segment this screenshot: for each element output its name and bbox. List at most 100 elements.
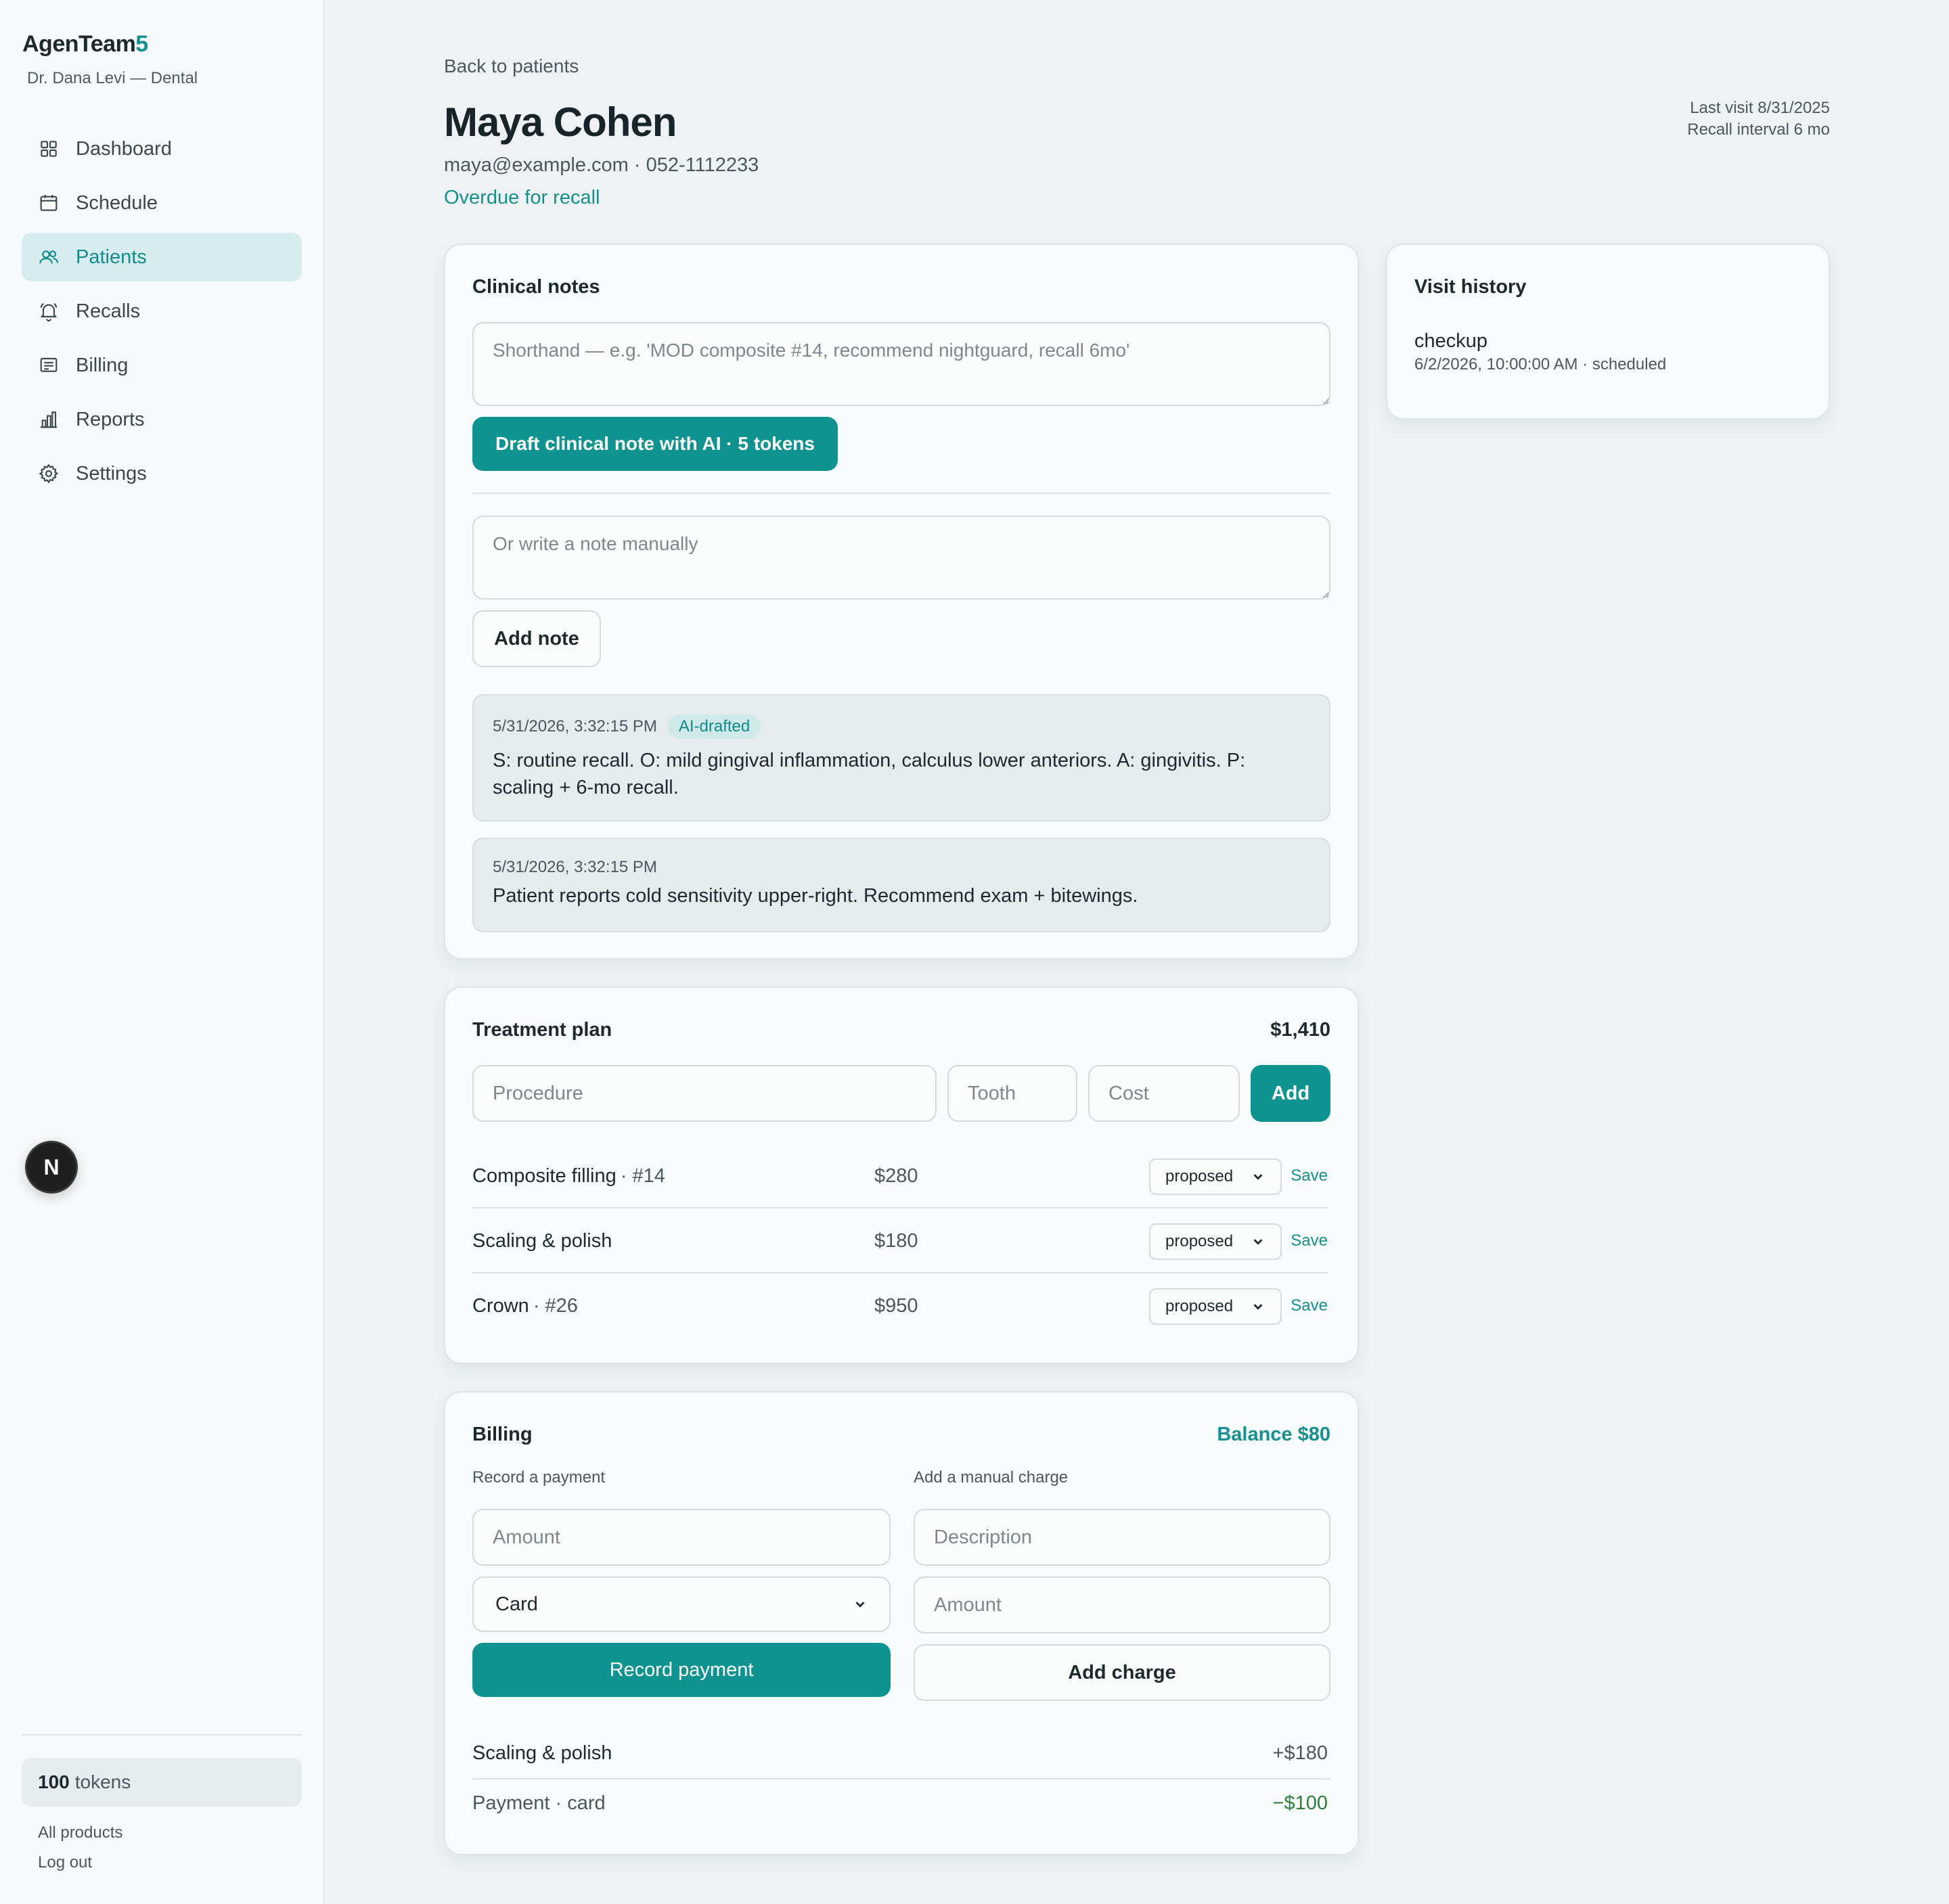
ledger-amount: +$180 — [1272, 1742, 1328, 1764]
logout-link[interactable]: Log out — [38, 1853, 92, 1872]
chevron-down-icon — [1253, 1174, 1263, 1180]
table-row: Composite filling · #14 $280 proposed Sav… — [472, 1143, 1328, 1208]
procedure-label: Scaling & polish — [472, 1229, 612, 1252]
charge-description-input[interactable] — [914, 1509, 1330, 1566]
bar-chart-icon — [41, 411, 57, 428]
sidebar-item-label: Reports — [76, 408, 145, 430]
sidebar-item-dashboard[interactable]: Dashboard — [22, 124, 302, 173]
receipt-icon — [40, 357, 58, 372]
token-label: tokens — [74, 1771, 131, 1792]
ai-drafted-badge: AI-drafted — [667, 715, 761, 739]
procedure-label: Crown — [472, 1294, 529, 1317]
brand-logo[interactable]: AgenTeam5 — [22, 31, 148, 58]
ledger-row: Scaling & polish +$180 — [472, 1728, 1328, 1778]
procedure-cost: $950 — [874, 1294, 918, 1317]
ledger-label: Payment · card — [472, 1792, 606, 1814]
chevron-down-icon — [1253, 1304, 1263, 1310]
tooth-label: · #26 — [533, 1294, 578, 1317]
recall-status: Overdue for recall — [444, 187, 600, 208]
clinical-notes-title: Clinical notes — [472, 276, 600, 298]
note-timestamp-text: 5/31/2026, 3:32:15 PM — [493, 858, 657, 876]
note-timestamp-text: 5/31/2026, 3:32:15 PM — [493, 717, 657, 735]
clinical-notes-card: Clinical notes Draft clinical note with … — [444, 244, 1359, 959]
save-status-button[interactable]: Save — [1291, 1143, 1328, 1208]
procedure-name: Scaling & polish — [472, 1208, 616, 1273]
status-value: proposed — [1165, 1232, 1234, 1250]
treatment-plan-title: Treatment plan — [472, 1019, 612, 1041]
sidebar-item-label: Dashboard — [76, 137, 172, 160]
procedure-input[interactable] — [472, 1065, 937, 1122]
treatment-plan-card: Treatment plan $1,410 Add Composite fill… — [444, 987, 1359, 1364]
sidebar-item-schedule[interactable]: Schedule — [22, 179, 302, 227]
add-procedure-button[interactable]: Add — [1251, 1065, 1330, 1122]
recall-interval: Recall interval 6 mo — [1687, 120, 1830, 139]
sidebar-item-label: Billing — [76, 354, 129, 376]
visit-history-title: Visit history — [1414, 276, 1527, 298]
manual-note-input[interactable] — [472, 516, 1330, 599]
sidebar-item-label: Recalls — [76, 300, 141, 322]
sidebar-item-reports[interactable]: Reports — [22, 395, 302, 444]
status-value: proposed — [1165, 1167, 1234, 1185]
tooth-input[interactable] — [947, 1065, 1077, 1122]
procedure-cost: $180 — [874, 1229, 918, 1252]
tooth-label: · #14 — [620, 1164, 665, 1187]
sidebar-nav: Dashboard Schedule Patients Recalls Bill… — [22, 124, 302, 503]
back-to-patients-link[interactable]: Back to patients — [444, 55, 579, 77]
calendar-icon — [40, 195, 58, 211]
ledger-row: Payment · card −$100 — [472, 1778, 1328, 1828]
bell-icon — [40, 302, 58, 321]
note-body: S: routine recall. O: mild gingival infl… — [493, 750, 1246, 798]
visit-type: checkup — [1414, 330, 1488, 352]
note-item: 5/31/2026, 3:32:15 PM AI-drafted S: rout… — [472, 694, 1330, 821]
shorthand-input[interactable] — [472, 322, 1330, 406]
all-products-link[interactable]: All products — [38, 1823, 122, 1842]
charge-amount-input[interactable] — [914, 1577, 1330, 1633]
treatment-plan-total: $1,410 — [1270, 1019, 1330, 1041]
status-select[interactable]: proposed — [1149, 1158, 1282, 1195]
grid-icon — [41, 141, 57, 157]
sidebar-divider — [22, 1734, 302, 1736]
sidebar-item-patients[interactable]: Patients — [22, 233, 302, 281]
procedure-name: Composite filling · #14 — [472, 1143, 665, 1208]
add-charge-button[interactable]: Add charge — [914, 1644, 1330, 1701]
cost-input[interactable] — [1088, 1065, 1240, 1122]
chevron-down-icon — [1253, 1239, 1263, 1245]
add-note-button[interactable]: Add note — [472, 610, 601, 667]
record-payment-label: Record a payment — [472, 1468, 606, 1487]
patient-name: Maya Cohen — [444, 99, 677, 145]
visit-history-card: Visit history checkup 6/2/2026, 10:00:00… — [1386, 244, 1830, 420]
visit-item[interactable]: checkup 6/2/2026, 10:00:00 AM · schedule… — [1414, 330, 1666, 374]
record-payment-button[interactable]: Record payment — [472, 1643, 891, 1697]
visit-meta: Last visit 8/31/2025 Recall interval 6 m… — [1687, 97, 1830, 141]
sidebar-item-label: Schedule — [76, 191, 158, 214]
status-select[interactable]: proposed — [1149, 1223, 1282, 1260]
sidebar-item-billing[interactable]: Billing — [22, 341, 302, 390]
payment-amount-input[interactable] — [472, 1509, 891, 1566]
dev-tools-button[interactable]: N — [25, 1141, 78, 1194]
brand-name: AgenTeam — [22, 31, 136, 57]
brand-accent: 5 — [135, 31, 148, 57]
status-select[interactable]: proposed — [1149, 1288, 1282, 1325]
procedure-label: Composite filling — [472, 1164, 617, 1187]
payment-method-select[interactable]: Card — [472, 1577, 891, 1632]
last-visit: Last visit 8/31/2025 — [1690, 99, 1830, 117]
sidebar-item-settings[interactable]: Settings — [22, 449, 302, 498]
sidebar: AgenTeam5 Dr. Dana Levi — Dental Dashboa… — [0, 0, 324, 1904]
save-status-button[interactable]: Save — [1291, 1208, 1328, 1273]
gear-icon — [39, 463, 59, 484]
payment-method-value: Card — [495, 1593, 538, 1615]
save-status-button[interactable]: Save — [1291, 1273, 1328, 1338]
patient-contact: maya@example.com · 052-1112233 — [444, 154, 759, 176]
sidebar-item-recalls[interactable]: Recalls — [22, 287, 302, 336]
ledger-label: Scaling & polish — [472, 1742, 612, 1764]
procedure-cost: $280 — [874, 1164, 918, 1187]
chevron-down-icon — [855, 1602, 865, 1608]
token-count: 100 — [38, 1771, 70, 1792]
table-row: Crown · #26 $950 proposed Save — [472, 1273, 1328, 1338]
draft-ai-note-button[interactable]: Draft clinical note with AI · 5 tokens — [472, 417, 838, 471]
status-value: proposed — [1165, 1297, 1234, 1315]
balance-amount: Balance $80 — [1217, 1424, 1330, 1445]
ledger-amount: −$100 — [1272, 1792, 1328, 1814]
table-row: Scaling & polish $180 proposed Save — [472, 1208, 1328, 1273]
note-body: Patient reports cold sensitivity upper-r… — [493, 885, 1138, 907]
